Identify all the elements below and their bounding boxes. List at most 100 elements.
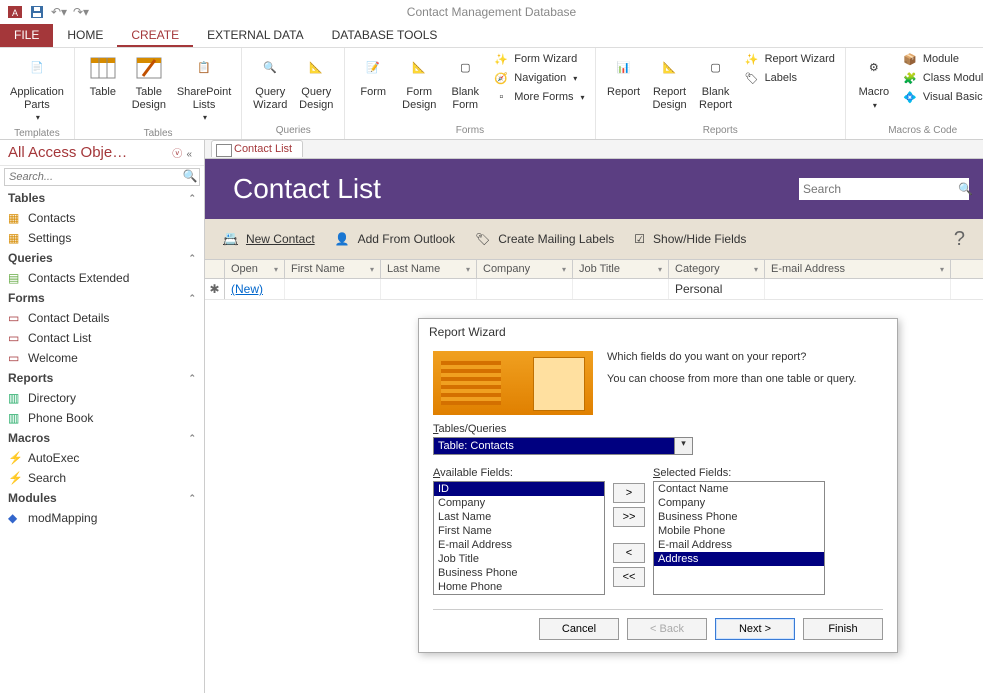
macro-button[interactable]: ⚙Macro [852, 50, 896, 113]
tab-file[interactable]: FILE [0, 24, 53, 47]
remove-field-button[interactable]: < [613, 543, 645, 563]
nav-item[interactable]: ▥Phone Book [0, 408, 204, 428]
next-button[interactable]: Next > [715, 618, 795, 640]
nav-group-tables[interactable]: Tables⌃ [0, 188, 204, 208]
list-item[interactable]: Job Title [434, 552, 604, 566]
nav-item[interactable]: ▦Settings [0, 228, 204, 248]
form-button[interactable]: 📝Form [351, 50, 395, 101]
column-header[interactable]: Open▾ [225, 260, 285, 278]
list-item[interactable]: Company [434, 496, 604, 510]
nav-group-queries[interactable]: Queries⌃ [0, 248, 204, 268]
search-icon[interactable]: 🔍 [181, 169, 199, 185]
module-button[interactable]: 📦Module [898, 50, 983, 68]
form-design-button[interactable]: 📐Form Design [397, 50, 441, 113]
form-search-input[interactable] [803, 182, 958, 196]
table-design-button[interactable]: Table Design [127, 50, 171, 113]
list-item[interactable]: Mobile Phone [654, 524, 824, 538]
blank-form-button[interactable]: ▢Blank Form [443, 50, 487, 113]
tables-queries-combo[interactable]: Table: Contacts ▾ [433, 437, 693, 455]
tab-database-tools[interactable]: DATABASE TOOLS [318, 24, 452, 47]
document-tab[interactable]: Contact List [211, 140, 303, 157]
blank-report-button[interactable]: ▢Blank Report [694, 50, 738, 113]
row-selector[interactable]: ✱ [205, 279, 225, 299]
visual-basic-button[interactable]: 💠Visual Basic [898, 88, 983, 106]
redo-icon[interactable]: ↷▾ [72, 3, 90, 21]
cell[interactable] [477, 279, 573, 299]
finish-button[interactable]: Finish [803, 618, 883, 640]
tab-home[interactable]: HOME [53, 24, 117, 47]
cancel-button[interactable]: Cancel [539, 618, 619, 640]
labels-button[interactable]: 🏷Labels [740, 69, 839, 87]
cell[interactable] [381, 279, 477, 299]
nav-group-forms[interactable]: Forms⌃ [0, 288, 204, 308]
report-wizard-button[interactable]: ✨Report Wizard [740, 50, 839, 68]
list-item[interactable]: Business Phone [434, 566, 604, 580]
column-header[interactable]: First Name▾ [285, 260, 381, 278]
report-design-button[interactable]: 📐Report Design [648, 50, 692, 113]
nav-item[interactable]: ⚡Search [0, 468, 204, 488]
nav-item[interactable]: ▭Contact List [0, 328, 204, 348]
add-all-fields-button[interactable]: >> [613, 507, 645, 527]
save-icon[interactable] [28, 3, 46, 21]
selected-fields-listbox[interactable]: Contact NameCompanyBusiness PhoneMobile … [653, 481, 825, 595]
nav-search-input[interactable] [5, 169, 181, 185]
list-item[interactable]: Address [654, 552, 824, 566]
query-design-button[interactable]: 📐Query Design [294, 50, 338, 113]
nav-item[interactable]: ▭Welcome [0, 348, 204, 368]
available-fields-listbox[interactable]: IDCompanyLast NameFirst NameE-mail Addre… [433, 481, 605, 595]
class-module-button[interactable]: 🧩Class Module [898, 69, 983, 87]
report-button[interactable]: 📊Report [602, 50, 646, 101]
query-wizard-button[interactable]: 🔍Query Wizard [248, 50, 292, 113]
nav-item[interactable]: ▭Contact Details [0, 308, 204, 328]
nav-group-reports[interactable]: Reports⌃ [0, 368, 204, 388]
tab-create[interactable]: CREATE [117, 24, 193, 47]
application-parts-button[interactable]: 📄Application Parts [6, 50, 68, 126]
column-header[interactable]: E-mail Address▾ [765, 260, 951, 278]
list-item[interactable]: Last Name [434, 510, 604, 524]
list-item[interactable]: Contact Name [654, 482, 824, 496]
nav-item[interactable]: ▦Contacts [0, 208, 204, 228]
combo-dropdown-button[interactable]: ▾ [675, 437, 693, 455]
navigation-button[interactable]: 🧭Navigation [489, 69, 588, 87]
new-contact-button[interactable]: 📇New Contact [223, 232, 315, 246]
more-forms-button[interactable]: ▫More Forms [489, 88, 588, 106]
column-header[interactable]: Company▾ [477, 260, 573, 278]
nav-item[interactable]: ▥Directory [0, 388, 204, 408]
column-header[interactable]: Last Name▾ [381, 260, 477, 278]
nav-item[interactable]: ◆modMapping [0, 508, 204, 528]
create-mailing-labels-button[interactable]: 🏷Create Mailing Labels [475, 232, 614, 246]
remove-all-fields-button[interactable]: << [613, 567, 645, 587]
sharepoint-lists-button[interactable]: 📋SharePoint Lists [173, 50, 235, 126]
nav-item[interactable]: ⚡AutoExec [0, 448, 204, 468]
cell[interactable] [765, 279, 951, 299]
table-button[interactable]: Table [81, 50, 125, 101]
cell[interactable] [285, 279, 381, 299]
back-button[interactable]: < Back [627, 618, 707, 640]
nav-group-macros[interactable]: Macros⌃ [0, 428, 204, 448]
list-item[interactable]: First Name [434, 524, 604, 538]
datasheet-row[interactable]: ✱ (New) Personal [205, 279, 983, 300]
list-item[interactable]: Home Phone [434, 580, 604, 594]
nav-group-modules[interactable]: Modules⌃ [0, 488, 204, 508]
undo-icon[interactable]: ↶▾ [50, 3, 68, 21]
form-search[interactable]: 🔍 [799, 178, 969, 200]
cell[interactable]: Personal [669, 279, 765, 299]
help-button[interactable]: ? [954, 228, 965, 251]
cell[interactable] [573, 279, 669, 299]
nav-search[interactable]: 🔍 [4, 168, 200, 186]
form-wizard-button[interactable]: ✨Form Wizard [489, 50, 588, 68]
nav-pane-header[interactable]: All Access Obje… ⓥ « [0, 140, 204, 166]
column-header[interactable]: Category▾ [669, 260, 765, 278]
nav-item[interactable]: ▤Contacts Extended [0, 268, 204, 288]
list-item[interactable]: Company [654, 496, 824, 510]
list-item[interactable]: Business Phone [654, 510, 824, 524]
list-item[interactable]: ID [434, 482, 604, 496]
add-from-outlook-button[interactable]: 👤Add From Outlook [335, 232, 455, 246]
show-hide-fields-button[interactable]: ☑Show/Hide Fields [634, 232, 746, 246]
tab-external-data[interactable]: EXTERNAL DATA [193, 24, 317, 47]
list-item[interactable]: E-mail Address [654, 538, 824, 552]
cell[interactable]: (New) [225, 279, 285, 299]
column-header[interactable]: Job Title▾ [573, 260, 669, 278]
search-icon[interactable]: 🔍 [958, 182, 973, 196]
add-field-button[interactable]: > [613, 483, 645, 503]
